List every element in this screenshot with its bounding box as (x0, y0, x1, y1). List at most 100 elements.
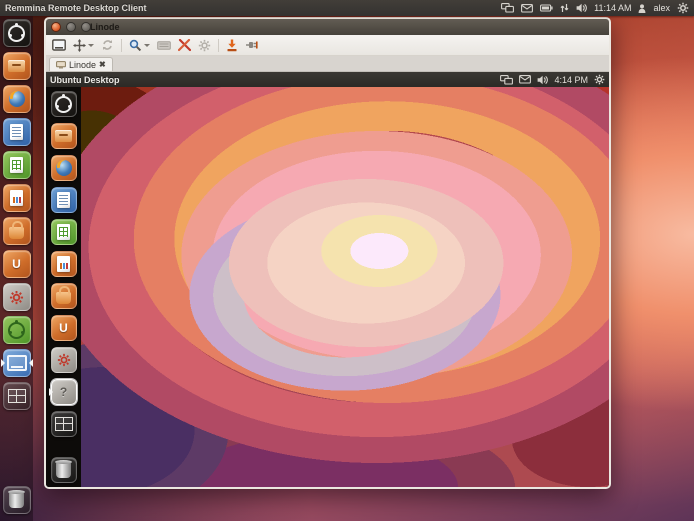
trash-icon (3, 486, 31, 514)
ubuntu-green-app-icon (3, 316, 31, 344)
remote-launcher-item-unknown-window[interactable]: ? (50, 378, 78, 406)
unknown-window-icon: ? (51, 379, 77, 405)
libreoffice-calc-icon (3, 151, 31, 179)
software-center-icon (3, 217, 31, 245)
connection-tab-icon (56, 61, 66, 69)
disconnect-plug-button[interactable] (245, 39, 258, 51)
focused-indicator (29, 359, 33, 367)
keyboard-grab-button[interactable] (157, 41, 171, 50)
launcher-item-dash-home[interactable] (2, 18, 32, 48)
remmina-window: Linode Linode ✖ Ubuntu Desktop (44, 17, 611, 489)
session-gear-icon[interactable] (594, 74, 605, 85)
remote-launcher-item-home-folder[interactable] (50, 122, 78, 150)
magnifier-button[interactable] (129, 39, 150, 52)
screen: Remmina Remote Desktop Client 11:14 AM a… (0, 0, 694, 521)
top-panel: Remmina Remote Desktop Client 11:14 AM a… (0, 0, 694, 16)
launcher-item-libreoffice-writer[interactable] (2, 117, 32, 147)
launcher-item-remmina[interactable] (2, 348, 32, 378)
connection-tab-linode[interactable]: Linode ✖ (49, 57, 113, 71)
dash-home-icon (3, 19, 31, 47)
remote-launcher-item-trash[interactable] (50, 456, 78, 484)
window-title: Linode (90, 19, 120, 35)
remote-indicator-area: 4:14 PM (500, 74, 605, 85)
launcher-item-workspace-switcher[interactable] (2, 381, 32, 411)
remote-wallpaper (81, 87, 609, 487)
remote-launcher-item-ubuntu-one[interactable]: U (50, 314, 78, 342)
remote-launcher-item-system-settings[interactable] (50, 346, 78, 374)
toolbar-separator (121, 39, 122, 52)
firefox-icon (3, 85, 31, 113)
remote-display-icon[interactable] (501, 3, 514, 13)
ubuntu-one-icon: U (3, 250, 31, 278)
connection-tabbar: Linode ✖ (46, 56, 609, 72)
launcher-item-software-center[interactable] (2, 216, 32, 246)
running-indicator (49, 388, 53, 396)
home-folder-icon (3, 52, 31, 80)
pan-button[interactable] (73, 39, 94, 52)
window-titlebar[interactable]: Linode (46, 19, 609, 35)
remote-top-panel: Ubuntu Desktop 4:14 PM (46, 72, 609, 87)
window-minimize-button[interactable] (66, 22, 76, 32)
libreoffice-impress-icon (51, 251, 77, 277)
scaled-mode-button[interactable] (101, 39, 114, 51)
tab-close-icon[interactable]: ✖ (99, 61, 106, 69)
volume-icon[interactable] (537, 75, 548, 85)
launcher-item-ubuntu-one[interactable]: U (2, 249, 32, 279)
libreoffice-writer-icon (3, 118, 31, 146)
pan-dropdown-caret[interactable] (88, 44, 94, 47)
network-updown-icon[interactable] (560, 3, 569, 13)
unity-launcher: U (0, 16, 33, 521)
connection-tab-label: Linode (69, 60, 96, 70)
battery-icon[interactable] (540, 4, 553, 12)
ubuntu-one-icon: U (51, 315, 77, 341)
tools-button[interactable] (178, 39, 191, 52)
clock[interactable]: 11:14 AM (594, 3, 631, 13)
remote-clock[interactable]: 4:14 PM (554, 75, 588, 85)
toolbar-separator (218, 39, 219, 52)
libreoffice-calc-icon (51, 219, 77, 245)
minimize-connection-button[interactable] (226, 39, 238, 52)
launcher-item-libreoffice-calc[interactable] (2, 150, 32, 180)
remote-launcher-item-software-center[interactable] (50, 282, 78, 310)
remote-display-icon[interactable] (500, 75, 513, 85)
software-center-icon (51, 283, 77, 309)
session-gear-icon[interactable] (677, 2, 689, 14)
volume-icon[interactable] (576, 3, 587, 13)
magnifier-dropdown-caret[interactable] (144, 44, 150, 47)
remote-launcher-item-libreoffice-writer[interactable] (50, 186, 78, 214)
running-indicator (1, 359, 5, 367)
dash-home-icon (51, 91, 77, 117)
fullscreen-button[interactable] (52, 39, 66, 51)
remote-launcher-item-dash-home[interactable] (50, 90, 78, 118)
launcher-item-system-settings[interactable] (2, 282, 32, 312)
window-close-button[interactable] (51, 22, 61, 32)
launcher-item-home-folder[interactable] (2, 51, 32, 81)
remote-viewport[interactable]: Ubuntu Desktop 4:14 PM U (46, 72, 609, 487)
system-settings-icon (51, 347, 77, 373)
remote-launcher-item-firefox[interactable] (50, 154, 78, 182)
launcher-item-libreoffice-impress[interactable] (2, 183, 32, 213)
messages-envelope-icon[interactable] (521, 4, 533, 13)
remmina-toolbar (46, 35, 609, 56)
home-folder-icon (51, 123, 77, 149)
active-app-title: Remmina Remote Desktop Client (5, 3, 147, 13)
workspace-switcher-icon (51, 411, 77, 437)
messages-envelope-icon[interactable] (519, 75, 531, 84)
preferences-button[interactable] (198, 39, 211, 52)
libreoffice-writer-icon (51, 187, 77, 213)
user-icon (638, 4, 646, 13)
user-menu[interactable]: alex (653, 3, 670, 13)
firefox-icon (51, 155, 77, 181)
remmina-icon (3, 349, 31, 377)
launcher-item-trash[interactable] (2, 485, 32, 515)
launcher-item-firefox[interactable] (2, 84, 32, 114)
remote-launcher-item-libreoffice-calc[interactable] (50, 218, 78, 246)
remote-launcher-item-libreoffice-impress[interactable] (50, 250, 78, 278)
indicator-area: 11:14 AM alex (501, 2, 689, 14)
remote-unity-launcher: U ? (46, 87, 81, 487)
libreoffice-impress-icon (3, 184, 31, 212)
remote-launcher-item-workspace-switcher[interactable] (50, 410, 78, 438)
launcher-item-ubuntu-green-app[interactable] (2, 315, 32, 345)
trash-icon (51, 457, 77, 483)
system-settings-icon (3, 283, 31, 311)
